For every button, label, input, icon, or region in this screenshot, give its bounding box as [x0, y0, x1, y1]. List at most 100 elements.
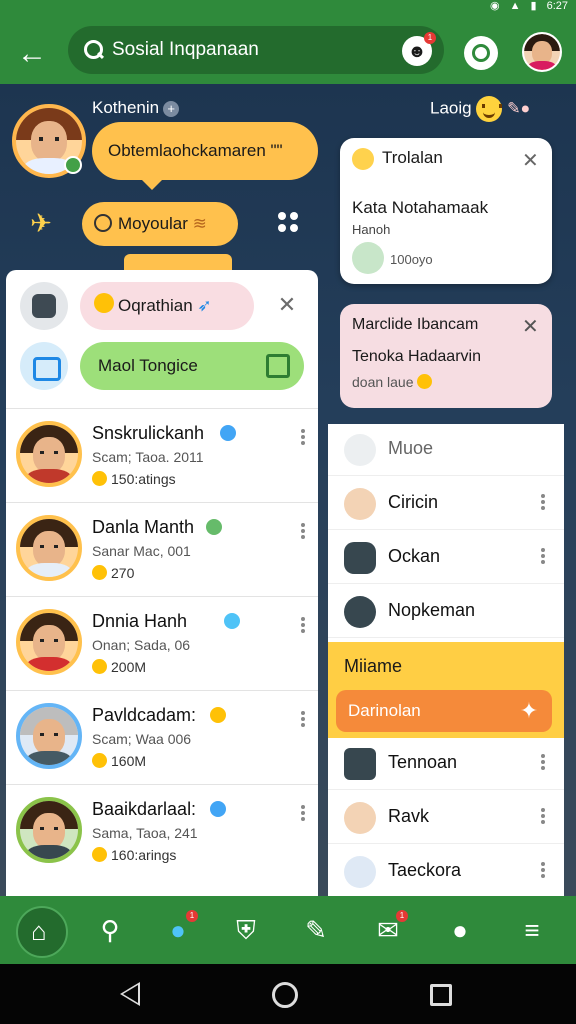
globe-icon: [224, 613, 240, 629]
more-icon[interactable]: [540, 546, 546, 568]
chat-icon[interactable]: [464, 36, 498, 70]
app-bar: ← Sosial Inqpanaan ☻ 1: [0, 14, 576, 84]
status-bubble[interactable]: Obtemlaohckamaren "": [92, 122, 318, 190]
contact-stat: 150:atings: [92, 471, 176, 487]
contact-sub: Sanar Mac, 001: [92, 543, 191, 559]
camera-icon: [344, 748, 376, 780]
notification-badge: 1: [424, 32, 436, 44]
clock: 6:27: [546, 0, 568, 12]
contact-row[interactable]: Snskrulickanh Scam; Taoa. 2011 150:ating…: [6, 408, 318, 502]
popular-button[interactable]: Moyoular ≋: [82, 202, 238, 246]
smile-icon: [94, 293, 114, 313]
chat-icon: [344, 542, 376, 574]
mail-icon[interactable]: ✉ 1: [370, 910, 408, 948]
user-avatar: [344, 856, 376, 888]
highlight-label: Miiame: [344, 656, 403, 676]
message-card[interactable]: Marclide Ibancam ✕ Tenoka Hadaarvin doan…: [340, 304, 552, 408]
menu-item-ockan[interactable]: Ockan: [328, 532, 564, 584]
card-title: Trolalan: [382, 148, 443, 167]
menu-icon[interactable]: ≡: [514, 912, 550, 948]
menu-item-muoe[interactable]: Muoe: [328, 424, 564, 476]
signal-icon: ▲: [509, 0, 521, 12]
user-avatar: [344, 488, 376, 520]
filter-chip-primary[interactable]: Oqrathian ➶: [80, 282, 254, 330]
more-icon[interactable]: [300, 803, 306, 823]
contact-stat: 160:arings: [92, 847, 176, 863]
menu-item-taeckora[interactable]: Taeckora: [328, 846, 564, 898]
system-recents-icon[interactable]: [430, 984, 452, 1006]
system-back-icon[interactable]: [120, 982, 140, 1006]
search-icon: [82, 38, 106, 62]
shield-icon[interactable]: ⛨: [228, 912, 264, 948]
more-icon[interactable]: [300, 709, 306, 729]
menu-item-tennoan[interactable]: Tennoan: [328, 738, 564, 790]
rocket-icon: ➶: [197, 296, 212, 315]
contact-name: Baaikdarlaal:: [92, 799, 197, 819]
filter-chip-secondary[interactable]: Maol Tongice: [80, 342, 304, 390]
menu-item-ravk[interactable]: Ravk: [328, 792, 564, 844]
contact-row[interactable]: Dnnia Hanh Onan; Sada, 06 200M: [6, 596, 318, 690]
card-subline: Hanoh: [352, 222, 391, 237]
bottom-nav: [0, 896, 576, 964]
search-text: Sosial Inqpanaan: [112, 39, 259, 60]
contact-row[interactable]: Baaikdarlaal: Sama, Taoa, 241 160:arings: [6, 784, 318, 878]
menu-item-ciricin[interactable]: Ciricin: [328, 478, 564, 530]
grid-menu-icon[interactable]: [278, 212, 298, 232]
close-icon[interactable]: ✕: [272, 290, 302, 320]
home-icon[interactable]: ⌂: [16, 906, 68, 958]
more-icon[interactable]: [540, 806, 546, 828]
user-avatar[interactable]: [522, 32, 562, 72]
notification-card[interactable]: Trolalan ✕ Kata Notahamaak Hanoh 100oyo: [340, 138, 552, 284]
status-bar: ◉ ▲ ▮ 6:27: [0, 0, 576, 14]
contact-row[interactable]: Danla Manth Sanar Mac, 001 270: [6, 502, 318, 596]
user-avatar: [344, 802, 376, 834]
search-bar[interactable]: Sosial Inqpanaan: [68, 26, 444, 74]
contact-stat: 160M: [92, 753, 146, 769]
card-title: Marclide Ibancam: [352, 316, 479, 333]
contact-row[interactable]: Pavldcadam: Scam; Waa 006 160M: [6, 690, 318, 784]
clock-icon: [94, 214, 112, 232]
chat-nav-icon[interactable]: ● 1: [160, 910, 198, 948]
highlight-section: Miiame Darinolan ✦: [328, 642, 564, 738]
card-meta: 100oyo: [390, 252, 433, 267]
card-meta: doan laue: [352, 374, 436, 390]
more-icon[interactable]: [540, 860, 546, 882]
contact-sub: Scam; Waa 006: [92, 731, 192, 747]
contact-name: Dnnia Hanh: [92, 611, 188, 631]
back-arrow-icon[interactable]: ←: [14, 36, 50, 72]
emoji-notification-icon[interactable]: ☻ 1: [402, 32, 436, 66]
more-icon[interactable]: [300, 427, 306, 447]
close-icon[interactable]: ✕: [522, 314, 539, 339]
more-icon[interactable]: [300, 615, 306, 635]
menu-item-nopkeman[interactable]: Nopkeman: [328, 586, 564, 638]
more-icon[interactable]: [540, 492, 546, 514]
group-icon[interactable]: [20, 282, 68, 330]
system-home-icon[interactable]: [272, 982, 298, 1008]
more-icon[interactable]: [300, 521, 306, 541]
contact-name: Snskrulickanh: [92, 423, 205, 443]
battery-icon: ▮: [530, 0, 537, 12]
highlight-button[interactable]: Darinolan ✦: [336, 690, 552, 732]
microphone-icon: [344, 434, 376, 466]
cake-icon: ≋: [192, 214, 207, 233]
edit-icon[interactable]: ✎: [298, 912, 334, 948]
party-icon[interactable]: ✎●: [507, 100, 530, 117]
profile-avatar[interactable]: [12, 104, 86, 178]
add-icon[interactable]: +: [163, 101, 180, 117]
smile-icon[interactable]: [476, 96, 503, 122]
contact-stat: 200M: [92, 659, 146, 675]
close-icon[interactable]: ✕: [522, 148, 539, 173]
contact-sub: Onan; Sada, 06: [92, 637, 191, 653]
header-right: Laoig ✎●: [430, 96, 530, 122]
contact-stat: 270: [92, 565, 134, 581]
microphone-icon: [344, 596, 376, 628]
wink-icon: [210, 707, 226, 723]
contact-name: Pavldcadam:: [92, 705, 197, 725]
pin-icon[interactable]: ✈: [24, 206, 58, 240]
external-link-icon[interactable]: [266, 354, 290, 378]
profile-icon[interactable]: ●: [442, 912, 478, 948]
search-nav-icon[interactable]: ⚲: [92, 912, 128, 948]
more-icon[interactable]: [540, 752, 546, 774]
stats-icon[interactable]: [20, 342, 68, 390]
star-icon: ✦: [519, 698, 539, 723]
